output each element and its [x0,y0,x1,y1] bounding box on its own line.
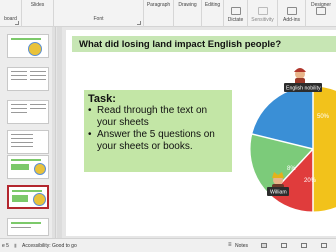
reading-view-icon[interactable] [301,243,307,248]
slide-thumbnail[interactable] [7,130,49,154]
pct-label-left: 8% [287,166,296,172]
slide-thumbnail[interactable] [7,155,49,179]
thumb-line [11,108,27,109]
font-group-label: Font [93,16,104,22]
slide-thumbnail-pane[interactable] [0,27,56,238]
thumb-line [11,134,33,135]
thumb-title [11,159,41,161]
thumb-title [12,190,42,192]
thumb-line [11,112,27,113]
pie-segment-right-lower [313,149,336,212]
slide-counter[interactable]: e 5 [2,243,9,249]
slide-thumbnail[interactable] [7,34,49,58]
slide-thumbnail[interactable] [7,218,49,236]
add-ins-icon[interactable] [287,7,297,15]
thumb-line [11,71,27,72]
thumb-line [11,79,27,80]
normal-view-icon[interactable] [261,243,267,248]
sensitivity-group: Sensitivity [248,0,278,27]
thumb-line [11,138,33,139]
task-item-text: Read through the text on your sheets [97,105,208,128]
thumb-line [30,79,46,80]
thumb-line [30,108,46,109]
thumb-line [11,104,27,105]
thumb-graphic [34,163,46,175]
microphone-icon[interactable] [231,7,241,15]
slide-thumbnail[interactable] [7,100,49,124]
thumb-title [11,38,41,40]
dialog-launcher-icon[interactable] [137,21,141,25]
clipboard-group[interactable]: board [0,0,22,27]
thumb-task [11,164,29,170]
slide-thumbnail-selected[interactable] [7,185,49,209]
thumb-line [30,75,46,76]
font-group[interactable]: Font [54,0,144,27]
slide-show-icon[interactable] [321,243,327,248]
task-item-text: Answer the 5 questions on your sheets or… [97,129,215,152]
voice-group: Dictate [224,0,248,27]
designer-group: Designer [306,0,336,27]
bullet-icon: • [88,105,92,116]
thumb-line [30,71,46,72]
notes-button[interactable]: Notes [235,243,248,249]
slide-thumbnail[interactable] [7,67,49,91]
slide-scrollbar[interactable] [57,27,62,238]
thumb-line [30,104,46,105]
paragraph-group[interactable]: Paragraph [144,0,174,27]
bullet-icon: • [88,129,92,140]
thumb-graphic [33,193,46,206]
designer-button[interactable]: Designer [306,2,336,8]
task-heading: Task: [88,93,116,105]
dictate-button[interactable]: Dictate [224,17,247,23]
dialog-launcher-icon[interactable] [15,21,19,25]
land-ownership-graphic[interactable]: 50% 8% 20% English nobility William [200,30,336,236]
sensitivity-icon[interactable] [258,7,268,15]
ribbon: board Slides Font Paragraph Drawing Edit… [0,0,336,27]
thumb-line [11,146,33,147]
slides-group[interactable]: Slides [22,0,54,27]
drawing-group[interactable]: Drawing [174,0,202,27]
drawing-group-label: Drawing [178,2,197,8]
accessibility-status[interactable]: Accessibility: Good to go [22,243,77,249]
add-ins-group: Add-ins [278,0,306,27]
notes-icon: ≡ [228,242,232,248]
thumb-line [11,227,31,228]
powerpoint-window: board Slides Font Paragraph Drawing Edit… [0,0,336,252]
thumb-title [11,222,41,224]
william-label: William [270,190,287,196]
sensitivity-button[interactable]: Sensitivity [248,17,277,23]
designer-icon[interactable] [316,7,326,15]
editing-group[interactable]: Editing [202,0,224,27]
slides-group-label: Slides [30,2,45,8]
paragraph-group-label: Paragraph [146,2,171,8]
spelling-icon[interactable]: ▮ [14,243,17,249]
status-bar: e 5 ▮ Accessibility: Good to go ≡ Notes [0,238,336,252]
thumb-graphic [28,42,42,56]
thumbnail-scrollbar[interactable] [52,27,55,238]
thumb-task [12,195,28,202]
pct-label-top: 50% [317,114,330,120]
thumb-line [11,75,27,76]
editing-group-label: Editing [204,2,221,8]
nobility-label: English nobility [286,86,321,92]
thumb-line [11,142,33,143]
slide-sorter-icon[interactable] [281,243,287,248]
add-ins-button[interactable]: Add-ins [278,17,305,23]
pct-label-bottom: 20% [304,178,317,184]
